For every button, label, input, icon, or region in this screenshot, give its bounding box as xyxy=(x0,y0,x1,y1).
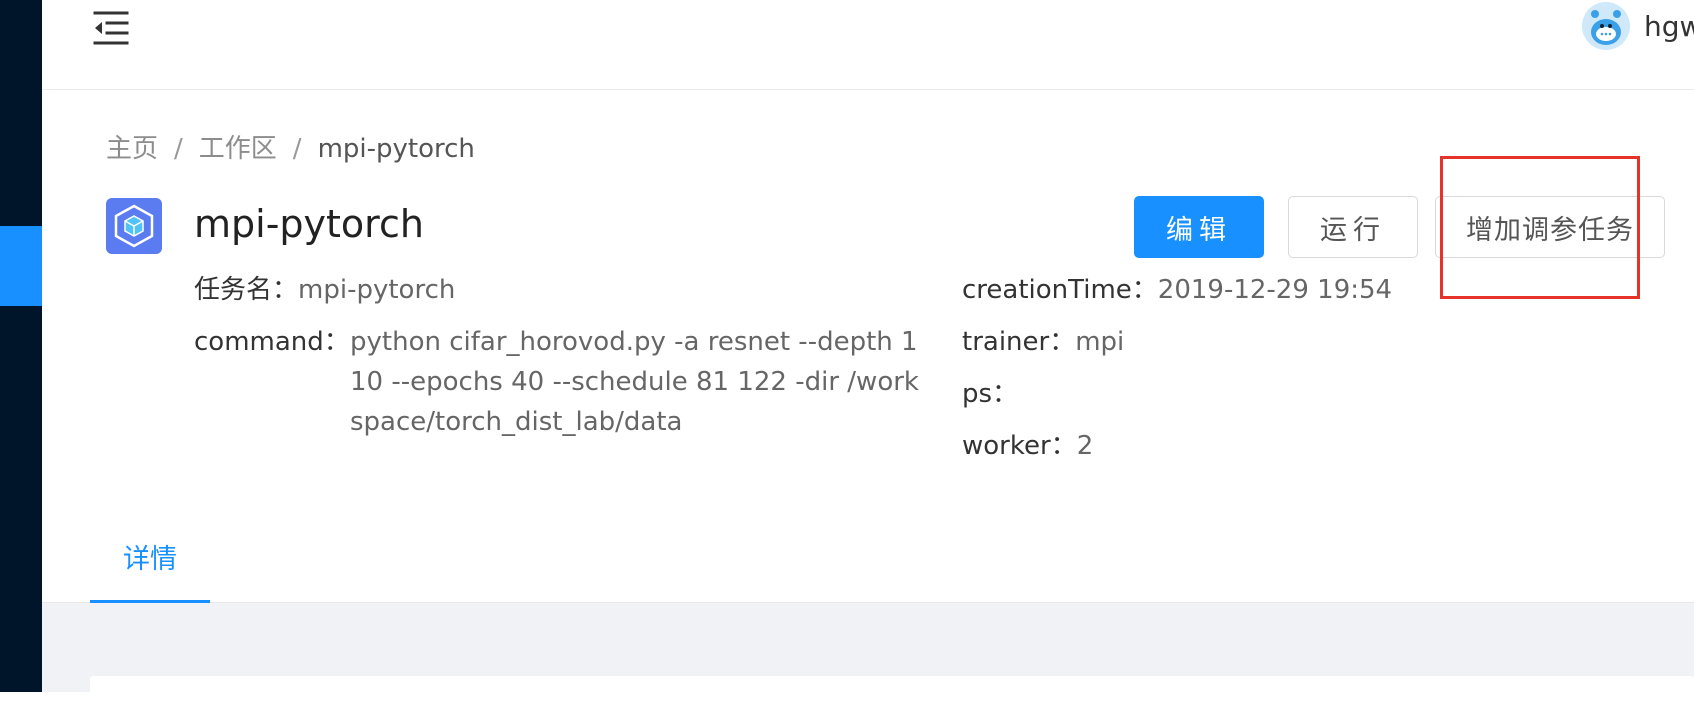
details-card xyxy=(90,676,1694,716)
field-ps-label: ps： xyxy=(962,379,1019,409)
field-creation-time-value: 2019-12-29 19:54 xyxy=(1157,275,1393,305)
tab-bar: 详情 xyxy=(42,510,1694,604)
field-command-value: python cifar_horovod.py -a resnet --dept… xyxy=(350,327,919,437)
username[interactable]: hgwang xyxy=(1644,10,1694,43)
main-content: 主页 / 工作区 / mpi-pytorch mpi-pytorch 编辑 运行 增加调… xyxy=(42,90,1694,716)
avatar[interactable] xyxy=(1582,2,1630,50)
avatar-image-icon xyxy=(1582,2,1630,50)
sidebar xyxy=(0,0,42,692)
breadcrumb-separator: / xyxy=(174,134,183,164)
top-header: hgwang xyxy=(42,0,1694,90)
add-tuning-task-button[interactable]: 增加调参任务 xyxy=(1435,196,1665,258)
breadcrumb-current: mpi-pytorch xyxy=(317,134,475,164)
menu-fold-icon[interactable] xyxy=(91,8,131,48)
field-task-name-label: 任务名： xyxy=(194,275,299,305)
field-trainer: trainer：mpi xyxy=(962,322,1124,362)
tab-details[interactable]: 详情 xyxy=(90,510,210,602)
field-creation-time-label: creationTime： xyxy=(962,275,1158,305)
field-task-name: 任务名：mpi-pytorch xyxy=(194,270,455,310)
edit-button[interactable]: 编辑 xyxy=(1134,196,1264,258)
field-task-name-value: mpi-pytorch xyxy=(298,275,456,305)
field-trainer-value: mpi xyxy=(1075,327,1125,357)
breadcrumb-separator: / xyxy=(292,134,302,164)
field-command-label-wrap: command： xyxy=(194,322,350,362)
breadcrumb: 主页 / 工作区 / mpi-pytorch xyxy=(106,128,475,165)
field-trainer-label: trainer： xyxy=(962,327,1076,357)
breadcrumb-home[interactable]: 主页 xyxy=(106,134,158,164)
field-ps: ps： xyxy=(962,374,1018,414)
field-worker-label: worker： xyxy=(962,431,1077,461)
page-title: mpi-pytorch xyxy=(194,202,424,246)
run-button[interactable]: 运行 xyxy=(1288,196,1418,258)
field-worker: worker：2 xyxy=(962,426,1093,466)
field-worker-value: 2 xyxy=(1076,431,1094,461)
cube-icon xyxy=(106,198,162,254)
sidebar-active-indicator[interactable] xyxy=(0,226,42,306)
field-creation-time: creationTime：2019-12-29 19:54 xyxy=(962,270,1392,310)
field-command-label: command： xyxy=(194,327,350,357)
breadcrumb-workspace[interactable]: 工作区 xyxy=(199,134,277,164)
